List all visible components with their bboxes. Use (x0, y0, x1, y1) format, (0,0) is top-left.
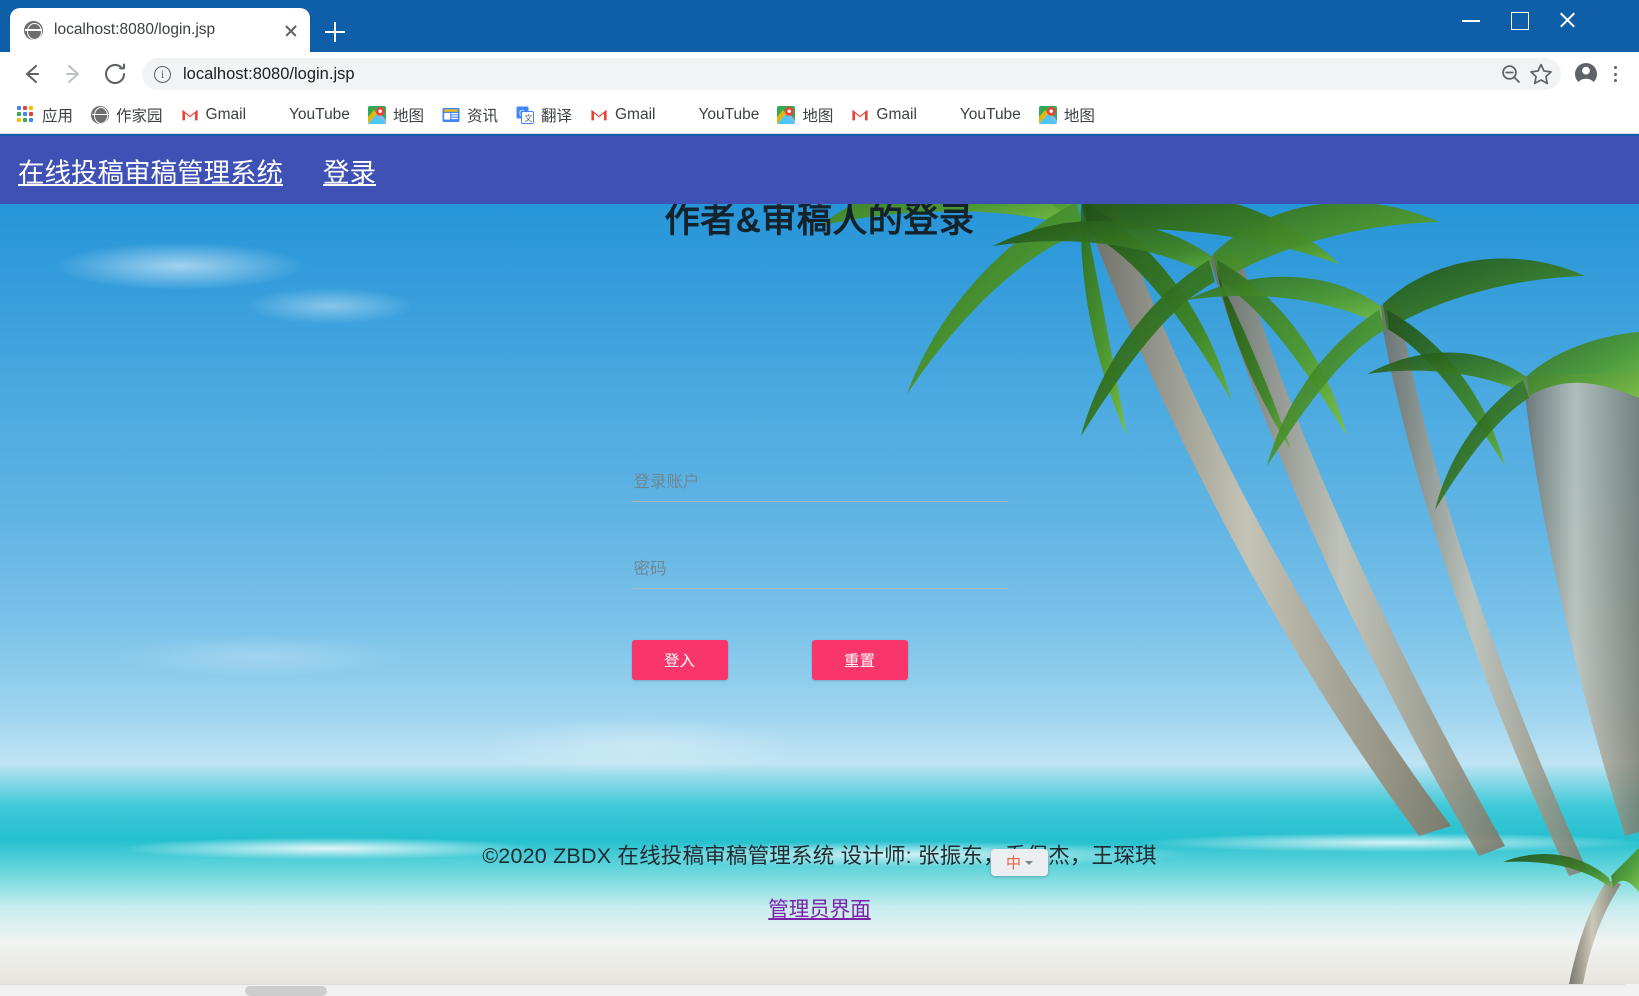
google-translate-icon: G 文 (516, 106, 534, 124)
bookmark-label: 地图 (802, 107, 834, 125)
maximize-icon[interactable] (1495, 0, 1543, 40)
minimize-icon[interactable] (1447, 0, 1495, 40)
site-navbar: 在线投稿审稿管理系统 登录 (0, 136, 1639, 204)
bookmark-label: YouTube (959, 105, 1021, 123)
tab-title: localhost:8080/login.jsp (54, 21, 216, 38)
gmail-icon (851, 106, 869, 124)
browser-tab[interactable]: localhost:8080/login.jsp (10, 8, 310, 52)
close-icon[interactable] (278, 17, 304, 43)
account-input[interactable] (631, 466, 1008, 502)
bookmark-maps-3[interactable]: 地图 (1030, 101, 1104, 129)
bookmark-label: YouTube (698, 105, 760, 123)
gmail-icon (181, 106, 199, 124)
bookmark-gmail-2[interactable]: Gmail (581, 101, 664, 129)
bookmark-youtube-3[interactable]: YouTube (926, 101, 1030, 129)
bookmark-news[interactable]: 资讯 (433, 101, 507, 129)
globe-icon (91, 105, 110, 124)
youtube-icon (673, 106, 691, 124)
zoom-out-icon[interactable] (1497, 60, 1525, 88)
password-input[interactable] (631, 553, 1008, 589)
bookmark-label: 应用 (42, 107, 74, 125)
account-field-wrapper (631, 466, 1008, 502)
bookmark-label: YouTube (289, 105, 350, 123)
bookmark-label: 资讯 (466, 107, 498, 125)
site-info-icon[interactable]: i (154, 65, 171, 83)
bookmark-zuojiayuan[interactable]: 作家园 (82, 101, 172, 129)
bookmarks-bar: 应用 作家园 Gmail YouTube 地图 资讯 文 翻译 Gmail Yo… (0, 96, 1639, 134)
form-buttons: 登入 重置 (631, 640, 1008, 680)
reset-button[interactable]: 重置 (811, 640, 908, 680)
bookmark-maps-2[interactable]: 地图 (768, 101, 842, 129)
bookmark-youtube-1[interactable]: YouTube (255, 101, 359, 129)
login-button[interactable]: 登入 (631, 640, 728, 680)
admin-interface-link[interactable]: 管理员界面 (768, 892, 871, 922)
star-icon[interactable] (1527, 60, 1555, 88)
google-maps-icon (1038, 105, 1057, 124)
bookmark-gmail-1[interactable]: Gmail (172, 101, 255, 129)
ime-status-indicator[interactable]: 中 (991, 849, 1048, 876)
page-footer: ©2020 ZBDX 在线投稿审稿管理系统 设计师: 张振东，乔保杰，王琛琪 管… (0, 839, 1639, 922)
scrollbar-thumb[interactable] (245, 986, 327, 996)
back-arrow-icon[interactable] (14, 57, 48, 91)
google-maps-icon (777, 105, 796, 124)
bookmark-apps[interactable]: 应用 (8, 101, 82, 129)
bookmark-label: 翻译 (540, 107, 572, 125)
page-viewport: 在线投稿审稿管理系统 登录 作者&审稿人的登录 登入 重置 ©2020 ZBDX… (0, 136, 1639, 984)
reload-icon[interactable] (98, 57, 132, 91)
gmail-icon (590, 106, 608, 124)
chevron-down-icon[interactable] (1025, 860, 1033, 865)
svg-text:文: 文 (524, 113, 532, 123)
bookmark-label: 地图 (1063, 107, 1095, 125)
horizontal-scrollbar[interactable] (0, 984, 1639, 996)
apps-grid-icon (17, 105, 35, 124)
close-icon[interactable] (1543, 0, 1591, 40)
google-news-icon (442, 106, 460, 124)
copyright-text: ©2020 ZBDX 在线投稿审稿管理系统 设计师: 张振东，乔保杰，王琛琪 (482, 844, 1157, 868)
site-brand-link[interactable]: 在线投稿审稿管理系统 (18, 151, 283, 190)
bookmark-gmail-3[interactable]: Gmail (842, 101, 925, 129)
ime-mode-glyph[interactable]: 中 (1006, 852, 1021, 873)
url-text: localhost:8080/login.jsp (183, 64, 355, 83)
bookmark-youtube-2[interactable]: YouTube (664, 101, 768, 129)
bookmark-label: Gmail (205, 105, 247, 123)
browser-window: localhost:8080/login.jsp i localhost:808… (0, 0, 1639, 996)
youtube-icon (264, 106, 282, 124)
bookmark-label: 地图 (392, 107, 424, 125)
password-field-wrapper (631, 553, 1008, 589)
bookmark-maps-1[interactable]: 地图 (359, 101, 433, 129)
tab-strip: localhost:8080/login.jsp (0, 0, 1639, 52)
google-maps-icon (367, 105, 386, 124)
bookmark-label: Gmail (876, 105, 917, 123)
new-tab-button[interactable] (322, 19, 348, 45)
nav-item-login[interactable]: 登录 (323, 151, 376, 190)
address-bar[interactable]: i localhost:8080/login.jsp (142, 58, 1561, 90)
login-form: 登入 重置 (631, 466, 1008, 680)
youtube-icon (935, 106, 953, 124)
scrollbar-corner (1625, 984, 1639, 996)
three-dot-menu-icon[interactable] (1603, 59, 1629, 89)
bookmark-label: Gmail (614, 105, 656, 123)
globe-icon (24, 20, 43, 40)
forward-arrow-icon[interactable] (56, 57, 90, 91)
account-circle-icon[interactable] (1571, 59, 1601, 89)
browser-toolbar: i localhost:8080/login.jsp (0, 52, 1639, 96)
bookmark-translate[interactable]: G 文 翻译 (507, 101, 581, 129)
bookmark-label: 作家园 (116, 107, 163, 125)
